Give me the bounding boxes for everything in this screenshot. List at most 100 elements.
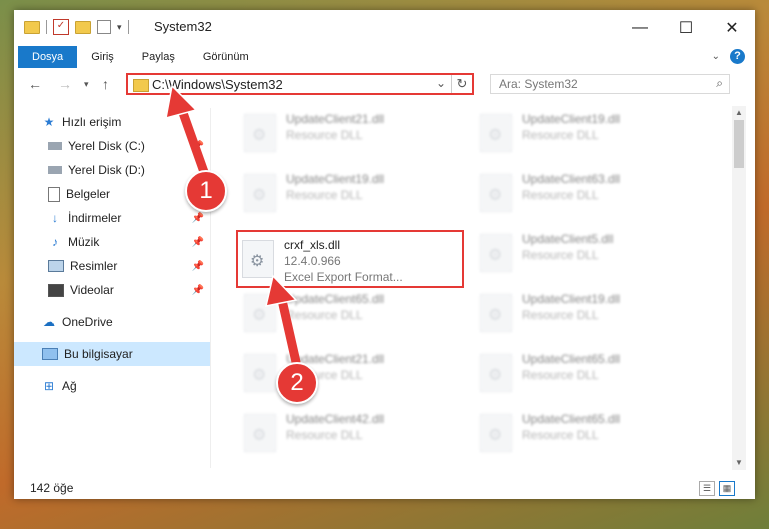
file-type: Resource DLL	[286, 428, 363, 442]
tab-giris[interactable]: Giriş	[77, 46, 128, 68]
file-item[interactable]: UpdateClient19.dll Resource DLL	[476, 286, 706, 342]
file-name: UpdateClient19.dll	[286, 172, 385, 186]
maximize-button[interactable]: ☐	[663, 10, 709, 46]
sidebar-item-onedrive[interactable]: ☁ OneDrive	[14, 310, 210, 334]
sidebar-item-disk-c[interactable]: Yerel Disk (C:) 📌	[14, 134, 210, 158]
file-type: Resource DLL	[522, 308, 599, 322]
large-icons-view-icon[interactable]: ▦	[719, 481, 735, 496]
navigation-bar: ← → ▾ ↑ C:\Windows\System32 ⌄ ↻ Ara: Sys…	[14, 70, 755, 100]
recent-locations-icon[interactable]: ▾	[84, 79, 89, 90]
file-item[interactable]: UpdateClient63.dll Resource DLL	[476, 166, 706, 222]
file-item-crxf-xls[interactable]: crxf_xls.dll 12.4.0.966 Excel Export For…	[236, 230, 464, 288]
file-type: Resource DLL	[286, 128, 363, 142]
file-item[interactable]: UpdateClient42.dll Resource DLL	[240, 406, 470, 462]
dll-file-icon	[480, 294, 512, 332]
sidebar-item-label: Videolar	[70, 283, 114, 297]
video-icon	[48, 283, 64, 297]
chevron-down-icon[interactable]: ⌄	[712, 51, 720, 62]
scroll-up-icon[interactable]: ▲	[732, 106, 746, 120]
sidebar-item-this-pc[interactable]: Bu bilgisayar	[14, 342, 210, 366]
dll-file-icon	[480, 354, 512, 392]
pin-icon[interactable]: 📌	[192, 213, 204, 224]
close-button[interactable]: ✕	[709, 10, 755, 46]
network-icon: ⊞	[43, 379, 55, 393]
sidebar-item-videos[interactable]: Videolar 📌	[14, 278, 210, 302]
file-item[interactable]: UpdateClient21.dll Resource DLL	[240, 346, 470, 402]
search-input[interactable]: Ara: System32 ⌕	[490, 74, 730, 94]
sidebar-item-label: Resimler	[70, 259, 118, 273]
item-count: 142 öğe	[30, 481, 74, 495]
scroll-down-icon[interactable]: ▼	[732, 456, 746, 470]
rename-icon[interactable]	[97, 20, 111, 34]
file-type: Resource DLL	[522, 128, 599, 142]
ribbon-tabs: Dosya Giriş Paylaş Görünüm ⌄ ?	[14, 46, 755, 68]
address-path[interactable]: C:\Windows\System32	[152, 77, 283, 92]
search-placeholder: Ara: System32	[499, 77, 578, 91]
pin-icon[interactable]: 📌	[192, 237, 204, 248]
vertical-scrollbar[interactable]: ▲ ▼	[732, 106, 746, 470]
pin-icon[interactable]: 📌	[192, 141, 204, 152]
dll-file-icon	[242, 240, 274, 278]
dll-file-icon	[480, 234, 512, 272]
back-icon[interactable]: ←	[28, 76, 42, 92]
window-title: System32	[154, 19, 212, 34]
forward-icon[interactable]: →	[58, 76, 72, 92]
sidebar-item-pictures[interactable]: Resimler 📌	[14, 254, 210, 278]
step-2-badge: 2	[276, 362, 318, 404]
pin-icon[interactable]: 📌	[192, 285, 204, 296]
toolbar-divider	[127, 20, 129, 34]
file-item[interactable]: UpdateClient65.dll Resource DLL	[476, 346, 706, 402]
address-bar[interactable]: C:\Windows\System32 ⌄ ↻	[126, 73, 474, 95]
download-icon: ↓	[52, 211, 58, 225]
up-icon[interactable]: ↑	[102, 76, 109, 92]
file-name: UpdateClient65.dll	[522, 412, 621, 426]
file-type: Resource DLL	[522, 368, 599, 382]
file-item[interactable]: UpdateClient21.dll Resource DLL	[240, 106, 470, 162]
sidebar-item-disk-d[interactable]: Yerel Disk (D:)	[14, 158, 210, 182]
file-item[interactable]: UpdateClient19.dll Resource DLL	[240, 166, 470, 222]
pane-divider[interactable]	[210, 108, 211, 468]
file-item[interactable]: UpdateClient5.dll Resource DLL	[476, 226, 706, 282]
drive-icon	[48, 142, 62, 150]
sidebar-item-documents[interactable]: Belgeler	[14, 182, 210, 206]
minimize-button[interactable]: —	[617, 10, 663, 46]
dll-file-icon	[480, 414, 512, 452]
sidebar-item-label: Hızlı erişim	[62, 115, 122, 129]
tab-paylas[interactable]: Paylaş	[128, 46, 189, 68]
cloud-icon: ☁	[43, 315, 55, 329]
sidebar-item-downloads[interactable]: ↓ İndirmeler 📌	[14, 206, 210, 230]
file-name: UpdateClient19.dll	[522, 292, 621, 306]
sidebar-item-label: Yerel Disk (C:)	[68, 139, 145, 153]
scrollbar-thumb[interactable]	[734, 120, 744, 168]
file-name: UpdateClient21.dll	[286, 112, 385, 126]
pin-icon[interactable]: 📌	[192, 261, 204, 272]
chevron-down-icon[interactable]: ⌄	[436, 76, 446, 90]
sidebar-item-network[interactable]: ⊞ Ağ	[14, 374, 210, 398]
music-icon: ♪	[52, 235, 58, 249]
new-folder-icon[interactable]	[75, 20, 91, 34]
file-item[interactable]: UpdateClient19.dll Resource DLL	[476, 106, 706, 162]
file-type: Excel Export Format...	[284, 270, 403, 284]
tab-gorunum[interactable]: Görünüm	[189, 46, 263, 68]
view-toggle: ☰ ▦	[699, 481, 735, 496]
sidebar-item-label: Bu bilgisayar	[64, 347, 133, 361]
sidebar-item-music[interactable]: ♪ Müzik 📌	[14, 230, 210, 254]
details-view-icon[interactable]: ☰	[699, 481, 715, 496]
file-item[interactable]: UpdateClient65.dll Resource DLL	[476, 406, 706, 462]
dll-file-icon	[244, 294, 276, 332]
help-icon[interactable]: ?	[730, 49, 745, 64]
search-icon[interactable]: ⌕	[716, 76, 723, 91]
dll-file-icon	[480, 114, 512, 152]
quick-access-toolbar: ✓ ▾	[24, 19, 129, 35]
sidebar-item-quick-access[interactable]: ★ Hızlı erişim	[14, 110, 210, 134]
dll-file-icon	[244, 414, 276, 452]
step-1-badge: 1	[185, 170, 227, 212]
customize-toolbar-icon[interactable]: ▾	[117, 22, 122, 33]
file-name: crxf_xls.dll	[284, 238, 341, 252]
properties-icon[interactable]: ✓	[53, 19, 69, 35]
tab-dosya[interactable]: Dosya	[18, 46, 78, 68]
file-item[interactable]: UpdateClient65.dll Resource DLL	[240, 286, 470, 342]
documents-icon	[48, 186, 60, 202]
drive-icon	[48, 166, 62, 174]
refresh-icon[interactable]: ↻	[451, 75, 472, 93]
